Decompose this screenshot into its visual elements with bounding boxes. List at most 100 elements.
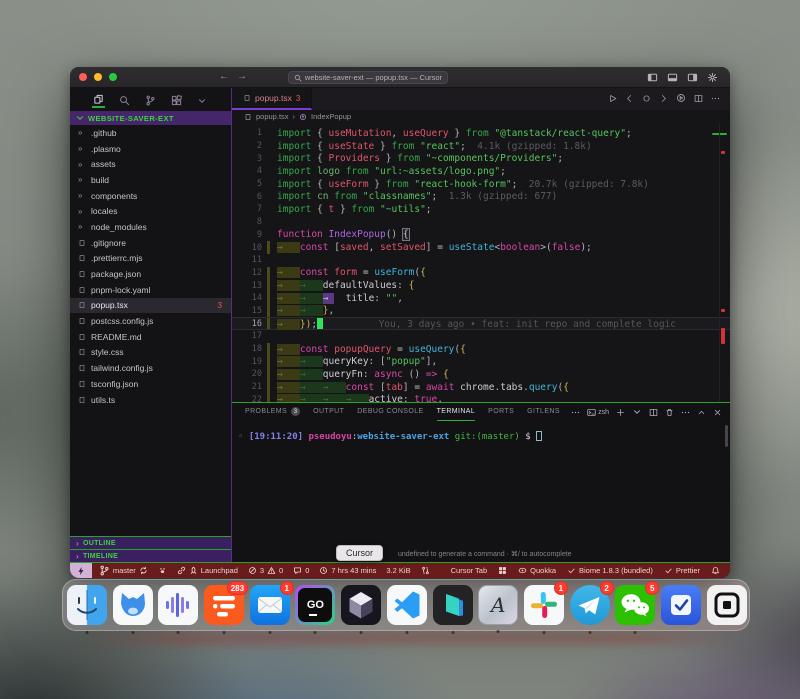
breadcrumb-symbol[interactable]: IndexPopup [311,112,351,121]
statusbar-problems-status[interactable]: 30 [248,566,283,575]
statusbar-extensions-grid[interactable] [498,566,507,575]
dock-cursor[interactable] [341,585,381,625]
tab-popup-tsx[interactable]: popup.tsx 3 [232,88,312,110]
breadcrumb[interactable]: popup.tsx › IndexPopup [232,110,730,123]
tree-item-popup.tsx[interactable]: popup.tsx3 [70,298,231,314]
dock-finder[interactable] [67,585,107,625]
dock-fox-app[interactable] [113,585,153,625]
split-terminal[interactable] [649,408,658,417]
panel-tab-problems[interactable]: PROBLEMS3 [245,403,300,421]
line-number: 5 [232,179,262,189]
statusbar-gitlens[interactable] [158,566,167,575]
activity-item-search[interactable] [118,92,131,107]
tree-item-.prettierrc.mjs[interactable]: .prettierrc.mjs [70,251,231,267]
more-actions-icon[interactable] [711,94,720,103]
timeline-section[interactable]: › TIMELINE [70,549,231,562]
statusbar-git-branch-status[interactable]: master [99,565,148,576]
close-window-button[interactable] [79,73,87,81]
terminal-scrollbar[interactable] [725,425,728,447]
statusbar-prettier[interactable]: Prettier [664,566,700,575]
tree-item-assets[interactable]: »assets [70,156,231,172]
tree-item-.gitignore[interactable]: .gitignore [70,235,231,251]
history-forward-icon[interactable]: → [237,72,247,82]
panel-tab-ports[interactable]: PORTS [488,403,514,421]
tree-item-components[interactable]: »components [70,188,231,204]
tree-item-utils.ts[interactable]: utils.ts [70,392,231,408]
code-editor[interactable]: 1import { useMutation, useQuery } from "… [232,123,730,402]
scrollbar-track[interactable] [719,123,720,402]
dock-wechat[interactable]: 5 [615,585,655,625]
statusbar-file-size[interactable]: 3.2 KiB [386,566,410,575]
nav-forward-icon[interactable] [659,94,668,103]
dock-things[interactable] [661,585,701,625]
dock-waveform-app[interactable] [158,585,198,625]
tree-item-locales[interactable]: »locales [70,203,231,219]
breadcrumb-file[interactable]: popup.tsx [256,112,289,121]
dock-slack[interactable]: 1 [524,585,564,625]
zoom-window-button[interactable] [109,73,117,81]
tree-item-.plasmo[interactable]: ».plasmo [70,141,231,157]
command-center[interactable]: website-saver-ext — popup.tsx — Cursor [288,71,448,84]
layout-panel-icon[interactable] [667,72,678,83]
statusbar-cursor-tab[interactable]: Cursor Tab [451,566,488,575]
statusbar-launchpad[interactable]: Launchpad [177,566,238,575]
profile-icon[interactable] [676,93,686,103]
dock-arc[interactable]: A [478,585,518,625]
code-token: → [323,394,346,402]
nav-back-icon[interactable] [625,94,634,103]
launch-profile[interactable] [632,407,642,417]
dock-telegram[interactable]: 2 [570,585,610,625]
tree-item-pnpm-lock.yaml[interactable]: pnpm-lock.yaml [70,282,231,298]
dock-feed-app[interactable]: 283 [204,585,244,625]
panel-tab-output[interactable]: OUTPUT [313,403,344,421]
run-icon[interactable] [608,94,617,103]
statusbar-feedback[interactable]: 0 [293,566,309,575]
dock-notes-app[interactable] [433,585,473,625]
statusbar-remote-indicator[interactable] [70,563,92,578]
more-actions[interactable] [681,408,690,417]
tree-item-package.json[interactable]: package.json [70,266,231,282]
tree-item-build[interactable]: »build [70,172,231,188]
code-line-text: → → → const [tab] = await chrome.tabs.qu… [277,382,569,393]
activity-item-explorer[interactable] [92,91,105,108]
statusbar-biome[interactable]: Biome 1.8.3 (bundled) [567,566,653,575]
statusbar-wakatime[interactable]: 7 hrs 43 mins [319,566,376,575]
tree-item-postcss.config.js[interactable]: postcss.config.js [70,313,231,329]
maximize-panel[interactable] [697,408,706,417]
panel-tab-gitlens[interactable]: GITLENS [527,403,560,421]
activity-item-source-control[interactable] [144,92,157,107]
more-panel-tabs[interactable] [571,408,580,417]
activity-item-extensions[interactable] [170,92,183,107]
tree-item-.github[interactable]: ».github [70,125,231,141]
statusbar-notifications[interactable] [711,566,720,575]
tree-item-tsconfig.json[interactable]: tsconfig.json [70,376,231,392]
layout-secondary-icon[interactable] [687,72,698,83]
close-panel[interactable] [713,408,722,417]
tree-item-tailwind.config.js[interactable]: tailwind.config.js [70,360,231,376]
kill-terminal[interactable] [665,408,674,417]
tree-item-node_modules[interactable]: »node_modules [70,219,231,235]
panel-tab-debug-console[interactable]: DEBUG CONSOLE [357,403,423,421]
minimize-window-button[interactable] [94,73,102,81]
record-icon[interactable] [642,94,651,103]
split-editor-icon[interactable] [694,94,703,103]
dock-goland[interactable]: GO [295,585,335,625]
activity-item-views-more[interactable] [196,93,208,107]
layout-sidebar-icon[interactable] [647,72,658,83]
dock-reader-app[interactable] [707,585,747,625]
tree-item-style.css[interactable]: style.css [70,345,231,361]
panel-tab-terminal[interactable]: TERMINAL [437,403,476,421]
outline-section[interactable]: › OUTLINE [70,536,231,549]
statusbar-git-compare[interactable] [421,566,430,575]
history-back-icon[interactable]: ← [219,72,229,82]
window-titlebar[interactable]: ← → website-saver-ext — popup.tsx — Curso… [70,67,730,88]
terminal-output[interactable]: ◦ [19:11:20] pseudoyu:website-saver-ext … [232,421,730,442]
statusbar-quokka[interactable]: Quokka [518,566,556,575]
shell-select[interactable]: zsh [587,408,609,417]
settings-gear-icon[interactable] [707,72,718,83]
dock-mail[interactable]: 1 [250,585,290,625]
dock-vscode[interactable] [387,585,427,625]
tree-item-README.md[interactable]: README.md [70,329,231,345]
explorer-root-header[interactable]: WEBSITE-SAVER-EXT [70,111,231,125]
new-terminal[interactable] [616,408,625,417]
